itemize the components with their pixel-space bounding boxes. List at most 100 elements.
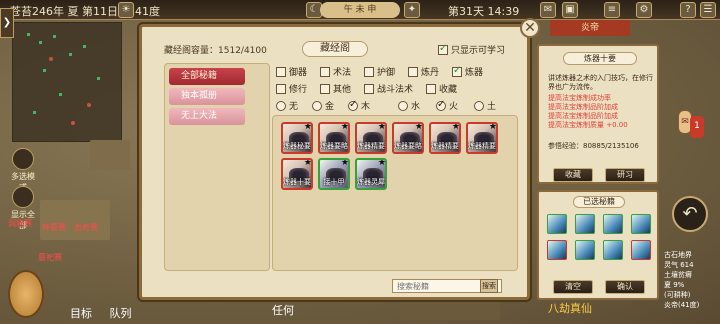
star-icon: ★ <box>340 158 349 168</box>
skill-name: 炼器要略 <box>394 142 422 150</box>
skill-info-panel: 炼器十要 讲述炼器之术的入门技巧，在修行界也广为流传。 提高法宝炼制成功率 提高… <box>537 44 659 184</box>
filter-huyu[interactable]: 护御 <box>364 65 395 78</box>
star-icon: ★ <box>340 122 349 132</box>
checkbox[interactable] <box>320 66 330 77</box>
star-icon: ★ <box>488 122 497 132</box>
clear-button[interactable]: 清空 <box>553 280 593 294</box>
exp-label: 参悟经验： <box>548 142 583 150</box>
tile-info-line: 炎帝(41度) <box>664 301 700 309</box>
multi-select-icon <box>12 148 34 170</box>
selected-slot[interactable] <box>603 214 623 234</box>
selected-slot[interactable] <box>603 240 623 260</box>
season-tab[interactable]: 炎帝 <box>550 20 630 36</box>
skill-card[interactable]: ★ 炼器精要 <box>429 122 461 154</box>
checkbox[interactable] <box>364 83 374 94</box>
notification-badge[interactable]: 1 <box>690 116 704 138</box>
skill-card[interactable]: ★ 炼器秘要 <box>281 122 313 154</box>
filter-liandan[interactable]: 炼丹 <box>408 65 439 78</box>
menu-icon[interactable]: ☰ <box>700 2 716 18</box>
radio[interactable] <box>398 100 408 111</box>
only-learnable-checkbox[interactable] <box>438 43 448 55</box>
category-all[interactable]: 全部秘籍 <box>169 68 245 85</box>
target-tab[interactable]: 目标 <box>70 307 92 320</box>
category-supreme[interactable]: 无上大法 <box>169 108 245 125</box>
star-icon: ★ <box>414 122 423 132</box>
selected-slot[interactable] <box>547 240 567 260</box>
filter-lianqi[interactable]: 炼器 <box>452 65 483 78</box>
radio[interactable] <box>312 100 322 111</box>
star-icon: ★ <box>303 158 312 168</box>
minimap[interactable] <box>12 22 122 142</box>
info-title: 炼器十要 <box>563 52 637 65</box>
checkbox[interactable] <box>320 83 330 94</box>
study-button[interactable]: 研习 <box>605 168 645 182</box>
collect-button[interactable]: 收藏 <box>553 168 593 182</box>
map-label-1: 神墓赛 <box>42 223 66 232</box>
info-effects: 提高法宝炼制成功率 提高法宝炼制品阶加成 提高法宝炼制品阶加成 提高法宝炼制质量… <box>548 94 658 130</box>
skill-card[interactable]: ★ 炼器精要 <box>466 122 498 154</box>
element-earth[interactable]: 土 <box>474 99 496 112</box>
temperature: 41度 <box>135 5 160 18</box>
radio[interactable] <box>276 100 286 111</box>
selected-slot[interactable] <box>631 214 651 234</box>
filter-yuqi[interactable]: 御器 <box>276 65 307 78</box>
skill-grid: ★ 炼器秘要 ★ 炼器要略 ★ 炼器精要 ★ 炼器要略 ★ 炼器精要 ★ 炼器精要 ★ 炼器十… <box>272 115 518 271</box>
selected-slot[interactable] <box>575 214 595 234</box>
sun-icon: ☀ <box>118 2 134 18</box>
skill-card[interactable]: ★ 炼器十要 <box>281 158 313 190</box>
radio[interactable] <box>474 100 484 111</box>
only-learnable-toggle[interactable]: 只显示可学习 <box>438 43 505 56</box>
filter-qita[interactable]: 其他 <box>320 82 351 95</box>
mail-icon[interactable]: ✉ <box>540 2 556 18</box>
help-icon[interactable]: ? <box>680 2 696 18</box>
checkbox[interactable] <box>364 66 374 77</box>
checkbox[interactable] <box>276 66 286 77</box>
checkbox[interactable] <box>452 65 462 77</box>
element-label: 无 <box>289 102 299 112</box>
skill-name: 炼器精要 <box>357 142 385 150</box>
selected-slot[interactable] <box>631 240 651 260</box>
selected-slot[interactable] <box>575 240 595 260</box>
close-icon[interactable]: ✕ <box>520 18 540 38</box>
filter-shufa[interactable]: 术法 <box>320 65 351 78</box>
skill-name: 炼器精要 <box>431 142 459 150</box>
skill-card[interactable]: ★ 炼器要略 <box>318 122 350 154</box>
filter-xiuxing[interactable]: 修行 <box>276 82 307 95</box>
checkbox[interactable] <box>276 83 286 94</box>
selected-slot[interactable] <box>547 214 567 234</box>
element-metal[interactable]: 金 <box>312 99 334 112</box>
exp-value: 80885/2135106 <box>583 142 639 150</box>
save-icon[interactable]: ▣ <box>562 2 578 18</box>
filter-battle-spell[interactable]: 战斗法术 <box>364 82 413 95</box>
skill-card[interactable]: ★ 炼器精要 <box>355 122 387 154</box>
queue-tab[interactable]: 队列 <box>110 307 132 320</box>
skill-name: 炼器要略 <box>320 142 348 150</box>
filter-label: 护御 <box>377 68 396 78</box>
checkbox[interactable] <box>426 83 436 94</box>
element-water[interactable]: 水 <box>398 99 420 112</box>
skill-card[interactable]: ★ 炼器要略 <box>392 122 424 154</box>
bottom-tabs: 目标 队列 <box>70 305 146 321</box>
filter-label: 修行 <box>289 85 308 95</box>
confirm-button[interactable]: 确认 <box>605 280 645 294</box>
checkbox[interactable] <box>408 66 418 77</box>
skill-card[interactable]: ★ 接十甲 <box>318 158 350 190</box>
settings-icon[interactable]: ⚙ <box>636 2 652 18</box>
star-icon: ★ <box>377 158 386 168</box>
radio[interactable] <box>348 99 358 111</box>
collapse-arrow-icon[interactable]: ❯ <box>0 8 14 38</box>
category-unique[interactable]: 独本孤册 <box>169 88 245 105</box>
element-wood[interactable]: 木 <box>348 99 370 112</box>
element-none[interactable]: 无 <box>276 99 298 112</box>
search-button[interactable]: 搜索 <box>480 279 498 293</box>
element-fire[interactable]: 火 <box>436 99 458 112</box>
compass-icon[interactable]: ✦ <box>404 2 420 18</box>
filter-collect[interactable]: 收藏 <box>426 82 457 95</box>
gourd-icon[interactable] <box>8 270 44 318</box>
skill-card[interactable]: ★ 炼器灵犀 <box>355 158 387 190</box>
back-arrow-icon[interactable]: ↶ <box>672 196 708 232</box>
scroll-icon[interactable]: ≡ <box>604 2 620 18</box>
radio[interactable] <box>436 99 446 111</box>
bottom-any-label: 任何 <box>272 304 294 317</box>
map-label-3: 墓祀赛 <box>38 253 62 262</box>
